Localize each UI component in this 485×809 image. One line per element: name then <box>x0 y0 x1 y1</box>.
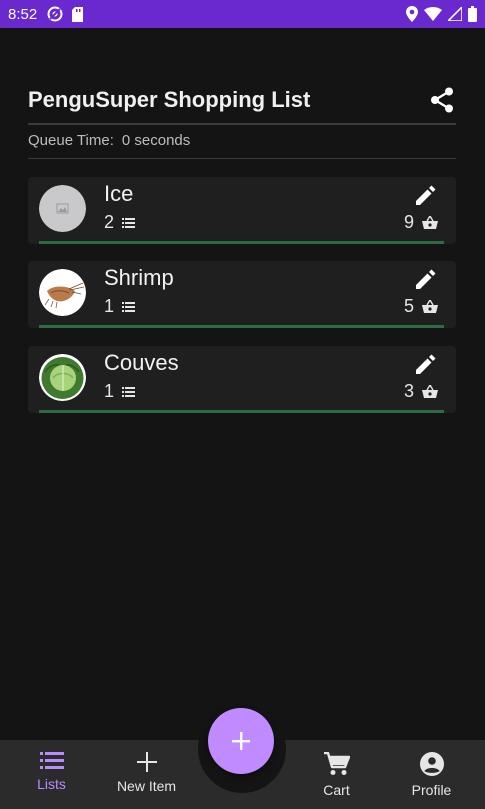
cabbage-image <box>39 354 86 401</box>
list-count-value: 1 <box>104 296 115 316</box>
list-count-value: 2 <box>104 212 115 232</box>
list-count: 2 <box>104 212 136 233</box>
wifi-icon <box>424 7 442 21</box>
signal-icon <box>448 7 462 21</box>
list-count: 1 <box>104 381 136 402</box>
status-bar: 8:52 <box>0 0 485 28</box>
item-name: Couves <box>104 350 179 375</box>
basket-icon <box>422 216 438 229</box>
pencil-icon <box>416 354 436 374</box>
cart-count: 5 <box>404 296 438 317</box>
location-icon <box>406 6 418 22</box>
add-item-fab[interactable] <box>208 708 274 774</box>
cart-icon <box>323 752 350 775</box>
pencil-icon <box>416 269 436 289</box>
nav-label-lists: Lists <box>37 776 66 792</box>
cart-count: 3 <box>404 381 438 402</box>
vpn-icon <box>47 6 63 22</box>
queue-time-value: 0 seconds <box>121 132 191 149</box>
item-progress-bar <box>39 325 444 328</box>
item-name: Shrimp <box>104 265 174 290</box>
cart-count-value: 3 <box>403 381 414 401</box>
pencil-icon <box>416 185 436 205</box>
item-name: Ice <box>104 181 134 206</box>
nav-item-new-item[interactable]: New Item <box>98 740 195 809</box>
list-icon <box>122 386 136 397</box>
item-progress-bar <box>39 410 444 413</box>
header-divider <box>28 123 456 125</box>
list-item[interactable]: Ice 2 9 <box>28 177 456 244</box>
page-title: PenguSuper Shopping List <box>28 87 311 112</box>
nav-item-lists[interactable]: Lists <box>3 740 100 809</box>
cart-count-value: 5 <box>403 296 414 316</box>
share-button[interactable] <box>428 86 456 114</box>
status-time: 8:52 <box>8 5 38 23</box>
nav-item-profile[interactable]: Profile <box>383 740 480 809</box>
shrimp-image <box>39 269 86 316</box>
account-icon <box>419 752 444 776</box>
nav-item-cart[interactable]: Cart <box>288 740 385 809</box>
placeholder-image-icon <box>39 185 86 232</box>
plus-icon <box>136 752 157 772</box>
sd-card-icon <box>71 6 84 22</box>
cart-count: 9 <box>404 212 438 233</box>
list-icon <box>122 301 136 312</box>
nav-label-new-item: New Item <box>116 778 177 794</box>
queue-divider <box>28 158 456 159</box>
item-image <box>39 185 86 232</box>
plus-icon <box>232 732 250 750</box>
queue-time-label: Queue Time: <box>28 132 114 149</box>
basket-icon <box>422 300 438 313</box>
list-count: 1 <box>104 296 136 317</box>
list-item[interactable]: Couves 1 3 <box>28 346 456 413</box>
nav-label-cart: Cart <box>323 782 350 798</box>
nav-label-profile: Profile <box>411 782 452 798</box>
edit-button[interactable] <box>414 352 438 376</box>
queue-time: Queue Time: 0 seconds <box>28 132 190 149</box>
share-icon <box>431 87 453 113</box>
list-count-value: 1 <box>104 381 115 401</box>
basket-icon <box>422 385 438 398</box>
cart-count-value: 9 <box>403 212 414 232</box>
edit-button[interactable] <box>414 183 438 207</box>
item-progress-bar <box>39 241 444 244</box>
item-image <box>39 354 86 401</box>
list-icon <box>39 752 64 769</box>
list-item[interactable]: Shrimp 1 5 <box>28 261 456 328</box>
app-header: PenguSuper Shopping List <box>28 78 456 122</box>
edit-button[interactable] <box>414 267 438 291</box>
battery-icon <box>468 6 477 22</box>
item-image <box>39 269 86 316</box>
list-icon <box>122 217 136 228</box>
